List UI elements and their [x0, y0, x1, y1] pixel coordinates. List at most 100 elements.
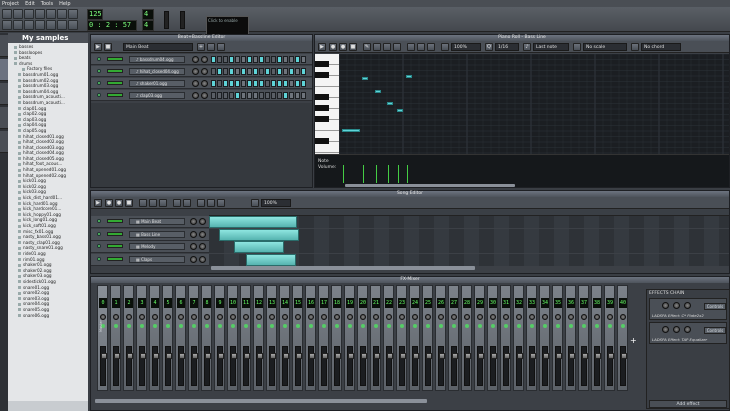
piano-roll-grid-area[interactable]: Note Volume:	[315, 54, 729, 187]
track-volume-knob[interactable]	[192, 92, 199, 99]
mute-led[interactable]	[192, 324, 196, 328]
mixer-channel-strip[interactable]: 29	[474, 285, 485, 391]
step-button[interactable]	[301, 68, 306, 75]
channel-fader[interactable]	[477, 346, 484, 386]
mute-led[interactable]	[322, 324, 326, 328]
volume-bar[interactable]	[398, 165, 399, 183]
send-knob[interactable]	[581, 314, 587, 320]
send-knob[interactable]	[308, 314, 314, 320]
fader-handle[interactable]	[595, 353, 601, 359]
fader-handle[interactable]	[257, 353, 263, 359]
mute-led[interactable]	[97, 244, 101, 248]
send-knob[interactable]	[594, 314, 600, 320]
fader-handle[interactable]	[218, 353, 224, 359]
time-sig-denominator[interactable]: 4	[142, 20, 154, 31]
mixer-channel-strip[interactable]: 36	[565, 285, 576, 391]
mute-led[interactable]	[582, 324, 586, 328]
step-button[interactable]	[235, 68, 240, 75]
tab-my-home[interactable]	[0, 107, 8, 129]
decay-knob[interactable]	[673, 302, 680, 309]
track-pan-knob[interactable]	[201, 92, 208, 99]
mute-led[interactable]	[348, 324, 352, 328]
mixer-channel-strip[interactable]: 31	[500, 285, 511, 391]
step-button[interactable]	[259, 68, 264, 75]
scale-combo[interactable]: No scale	[583, 43, 627, 51]
add-steps-button[interactable]	[217, 43, 225, 51]
tab-my-samples[interactable]	[0, 59, 8, 81]
step-button[interactable]	[229, 92, 234, 99]
step-button[interactable]	[253, 68, 258, 75]
pattern-selector[interactable]: Main Beat	[123, 43, 193, 51]
send-knob[interactable]	[503, 314, 509, 320]
channel-fader[interactable]	[204, 346, 211, 386]
step-button[interactable]	[211, 92, 216, 99]
fader-handle[interactable]	[413, 353, 419, 359]
mixer-channel-strip[interactable]: 39	[604, 285, 615, 391]
step-button[interactable]	[295, 68, 300, 75]
mute-led[interactable]	[439, 324, 443, 328]
mute-led[interactable]	[361, 324, 365, 328]
step-button[interactable]	[259, 92, 264, 99]
mute-led[interactable]	[491, 324, 495, 328]
record-while-playing-button[interactable]: ●	[339, 43, 347, 51]
fader-handle[interactable]	[504, 353, 510, 359]
channel-fader[interactable]	[464, 346, 471, 386]
song-clip[interactable]	[246, 253, 296, 266]
fader-handle[interactable]	[296, 353, 302, 359]
send-knob[interactable]	[516, 314, 522, 320]
menu-project[interactable]: Project	[2, 1, 19, 7]
recent-project-icon[interactable]	[24, 9, 34, 19]
send-knob[interactable]	[191, 314, 197, 320]
step-button[interactable]	[211, 56, 216, 63]
channel-fader[interactable]	[555, 346, 562, 386]
channel-fader[interactable]	[295, 346, 302, 386]
beat-track-name[interactable]: ♪ clap03.ogg	[129, 92, 185, 99]
mute-led[interactable]	[374, 324, 378, 328]
fader-handle[interactable]	[270, 353, 276, 359]
mixer-channel-strip[interactable]: 38	[591, 285, 602, 391]
step-button[interactable]	[229, 68, 234, 75]
step-button[interactable]	[277, 80, 282, 87]
mute-led[interactable]	[387, 324, 391, 328]
step-button[interactable]	[217, 56, 222, 63]
master-volume-slider[interactable]	[164, 11, 169, 29]
song-track-name[interactable]: ▦ Main Beat	[129, 218, 185, 225]
send-knob[interactable]	[139, 314, 145, 320]
fader-handle[interactable]	[621, 353, 627, 359]
controls-button[interactable]: Controls	[704, 303, 726, 310]
track-volume-knob[interactable]	[192, 80, 199, 87]
mute-led[interactable]	[504, 324, 508, 328]
step-button[interactable]	[235, 80, 240, 87]
controls-button[interactable]: Controls	[704, 327, 726, 334]
mute-led[interactable]	[127, 324, 131, 328]
fader-handle[interactable]	[166, 353, 172, 359]
song-clip[interactable]	[219, 228, 299, 241]
fader-handle[interactable]	[101, 353, 107, 359]
gate-knob[interactable]	[684, 302, 691, 309]
fader-handle[interactable]	[335, 353, 341, 359]
note-volume-lane[interactable]: Note Volume:	[315, 154, 729, 187]
fader-handle[interactable]	[127, 353, 133, 359]
mute-led[interactable]	[400, 324, 404, 328]
mute-led[interactable]	[270, 324, 274, 328]
menu-help[interactable]: Help	[59, 1, 70, 7]
fader-handle[interactable]	[205, 353, 211, 359]
song-track-name[interactable]: ▦ Melody	[129, 243, 185, 250]
export-icon[interactable]	[46, 9, 56, 19]
mute-led[interactable]	[335, 324, 339, 328]
send-knob[interactable]	[555, 314, 561, 320]
loop-points-icon[interactable]	[197, 199, 205, 207]
mixer-channel-strip[interactable]: 28	[461, 285, 472, 391]
step-button[interactable]	[289, 80, 294, 87]
step-button[interactable]	[265, 92, 270, 99]
send-knob[interactable]	[165, 314, 171, 320]
piano-stop-button[interactable]: ■	[349, 43, 357, 51]
volume-meter[interactable]	[107, 57, 123, 61]
fader-handle[interactable]	[491, 353, 497, 359]
step-button[interactable]	[265, 56, 270, 63]
step-button[interactable]	[217, 68, 222, 75]
beat-editor-icon[interactable]	[13, 20, 23, 30]
channel-fader[interactable]	[321, 346, 328, 386]
beat-track-name[interactable]: ♪ bassdrum04.ogg	[129, 56, 185, 63]
step-button[interactable]	[283, 68, 288, 75]
